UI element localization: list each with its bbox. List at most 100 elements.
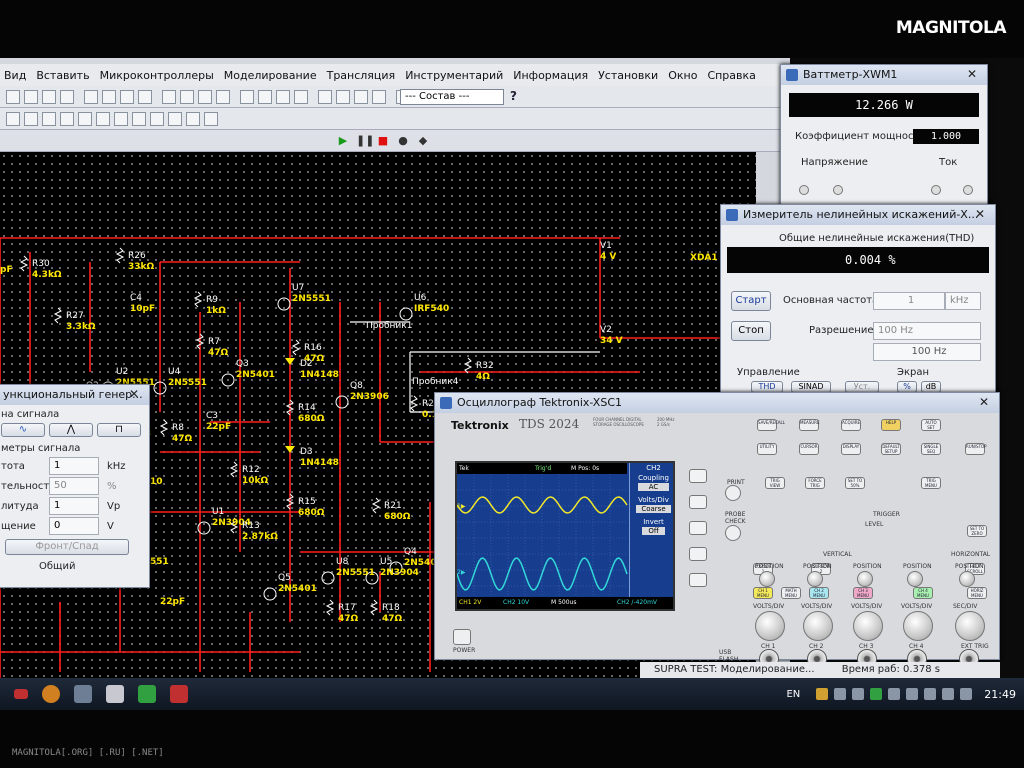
toolbar-tool-icon[interactable] xyxy=(132,111,146,126)
toolbar-tool-icon[interactable] xyxy=(114,111,128,126)
scope-button-force-trig[interactable]: FORCE TRIG xyxy=(805,477,825,489)
scope-button-ch-2-menu[interactable]: CH 2 MENU xyxy=(809,587,829,599)
scope-button-set-to-50-[interactable]: SET TO 50% xyxy=(845,477,865,489)
toolbar-tool-icon[interactable] xyxy=(6,89,20,104)
run-button[interactable]: ▶ xyxy=(336,134,350,148)
scope-button-set-to-zero[interactable]: SET TO ZERO xyxy=(967,525,987,537)
toolbar-tool-icon[interactable] xyxy=(42,111,56,126)
position-knob[interactable] xyxy=(857,571,873,587)
scope-button-math-menu[interactable]: MATH MENU xyxy=(781,587,801,599)
explorer-icon[interactable] xyxy=(106,685,124,703)
tray-app-icon[interactable] xyxy=(906,688,919,700)
current-minus-terminal[interactable] xyxy=(963,185,973,195)
start-icon[interactable] xyxy=(14,689,28,699)
sine-wave-button[interactable]: ∿ xyxy=(1,423,45,437)
menu-reports[interactable]: Информация xyxy=(513,69,588,82)
power-button[interactable] xyxy=(453,629,471,645)
menu-invert-value[interactable]: Off xyxy=(642,527,665,535)
scope-button-cursor[interactable]: CURSOR xyxy=(799,443,819,455)
toolbar-tool-icon[interactable] xyxy=(204,111,218,126)
volts-div-knob[interactable] xyxy=(755,611,785,641)
scope-display[interactable]: Tek Trig'd M Pos: 0s CH2 Coupling AC Vol… xyxy=(455,461,675,611)
bezel-button-3[interactable] xyxy=(689,521,707,535)
resolution-select[interactable]: 100 Hz xyxy=(873,322,981,340)
program-icon[interactable] xyxy=(74,685,92,703)
square-wave-button[interactable]: ⊓ xyxy=(97,423,141,437)
toolbar-tool-icon[interactable] xyxy=(372,89,386,104)
bezel-button-4[interactable] xyxy=(689,547,707,561)
menu-coupling-value[interactable]: AC xyxy=(638,483,669,491)
close-icon[interactable]: ✕ xyxy=(125,387,143,402)
scope-button-save-recall[interactable]: SAVE/RECALL xyxy=(757,419,785,431)
menu-simulate[interactable]: Моделирование xyxy=(224,69,317,82)
toolbar-tool-icon[interactable] xyxy=(102,89,116,104)
offset-input[interactable]: 0 xyxy=(49,517,99,535)
menu-mcu[interactable]: Микроконтроллеры xyxy=(100,69,214,82)
oscilloscope-window[interactable]: Осциллограф Tektronix-XSC1 ✕ Tektronix T… xyxy=(434,392,1000,670)
duty-input[interactable]: 50 xyxy=(49,477,99,495)
scope-button-single-seq[interactable]: SINGLE SEQ xyxy=(921,443,941,455)
toolbar-tool-icon[interactable] xyxy=(276,89,290,104)
distortion-window[interactable]: Измеритель нелинейных искажений-X... ✕ О… xyxy=(720,204,996,394)
position-knob[interactable] xyxy=(959,571,975,587)
media-player-icon[interactable] xyxy=(42,685,60,703)
toolbar-tool-icon[interactable] xyxy=(336,89,350,104)
scope-button-trig-menu[interactable]: TRIG MENU xyxy=(921,477,941,489)
folder-icon[interactable] xyxy=(816,688,829,700)
wattmeter-titlebar[interactable]: Ваттметр-XWM1 ✕ xyxy=(781,65,987,85)
menu-window[interactable]: Окно xyxy=(668,69,697,82)
rise-fall-button[interactable]: Фронт/Спад xyxy=(5,539,129,555)
position-knob[interactable] xyxy=(807,571,823,587)
fundamental-unit[interactable]: kHz xyxy=(945,292,981,310)
layer-combo[interactable]: --- Состав --- xyxy=(400,89,504,105)
scope-button-ch-4-menu[interactable]: CH 4 MENU xyxy=(913,587,933,599)
menu-insert[interactable]: Вставить xyxy=(36,69,89,82)
wattmeter-window[interactable]: Ваттметр-XWM1 ✕ 12.266 W Коэффициент мощ… xyxy=(780,64,988,206)
scope-button-run-stop[interactable]: RUN/STOP xyxy=(965,443,987,455)
toolbar-tool-icon[interactable] xyxy=(6,111,20,126)
pause-button[interactable]: ❚❚ xyxy=(356,134,374,148)
voltage-minus-terminal[interactable] xyxy=(833,185,843,195)
toolbar-tool-icon[interactable] xyxy=(354,89,368,104)
scope-titlebar[interactable]: Осциллограф Tektronix-XSC1 ✕ xyxy=(435,393,999,413)
toolbar-tool-icon[interactable] xyxy=(60,89,74,104)
toolbar-tool-icon[interactable] xyxy=(240,89,254,104)
language-indicator[interactable]: EN xyxy=(786,689,800,700)
toolbar-tool-icon[interactable] xyxy=(294,89,308,104)
toolbar-tool-icon[interactable] xyxy=(150,111,164,126)
bezel-button-1[interactable] xyxy=(689,469,707,483)
scope-button-horiz-menu[interactable]: HORIZ MENU xyxy=(967,587,987,599)
toolbar-tool-icon[interactable] xyxy=(60,111,74,126)
scope-button-ch-1-menu[interactable]: CH 1 MENU xyxy=(753,587,773,599)
close-icon[interactable]: ✕ xyxy=(963,67,981,82)
scope-button-measure[interactable]: MEASURE xyxy=(799,419,820,431)
scope-button-trig-view[interactable]: TRIG VIEW xyxy=(765,477,785,489)
menu-transfer[interactable]: Трансляция xyxy=(327,69,396,82)
position-knob[interactable] xyxy=(759,571,775,587)
menu-view[interactable]: Вид xyxy=(4,69,26,82)
scope-button-ch-3-menu[interactable]: CH 3 MENU xyxy=(853,587,873,599)
amplitude-input[interactable]: 1 xyxy=(49,497,99,515)
toolbar-tool-icon[interactable] xyxy=(84,89,98,104)
scope-button-auto-set[interactable]: AUTO SET xyxy=(921,419,941,431)
funcgen-titlebar[interactable]: ункциональный генер... ✕ xyxy=(0,385,149,405)
network-icon[interactable] xyxy=(888,688,901,700)
volts-div-knob[interactable] xyxy=(903,611,933,641)
bezel-button-2[interactable] xyxy=(689,495,707,509)
step-button[interactable]: ◆ xyxy=(416,134,430,148)
toolbar-tool-icon[interactable] xyxy=(168,111,182,126)
function-generator-window[interactable]: ункциональный генер... ✕ на сигнала ∿ ⋀ … xyxy=(0,384,150,588)
freq-input[interactable]: 1 xyxy=(49,457,99,475)
distortion-titlebar[interactable]: Измеритель нелинейных искажений-X... ✕ xyxy=(721,205,995,225)
toolbar-tool-icon[interactable] xyxy=(138,89,152,104)
scope-button-acquire[interactable]: ACQUIRE xyxy=(841,419,861,431)
close-icon[interactable]: ✕ xyxy=(975,395,993,410)
triangle-wave-button[interactable]: ⋀ xyxy=(49,423,93,437)
app-task-icon[interactable] xyxy=(170,685,188,703)
menu-voltsdiv-value[interactable]: Coarse xyxy=(636,505,671,513)
record-button[interactable]: ● xyxy=(396,134,410,148)
multisim-task-icon[interactable] xyxy=(138,685,156,703)
close-icon[interactable]: ✕ xyxy=(971,207,989,222)
probe-check-button[interactable] xyxy=(725,525,741,541)
scope-button-default-setup[interactable]: DEFAULT SETUP xyxy=(881,443,901,455)
